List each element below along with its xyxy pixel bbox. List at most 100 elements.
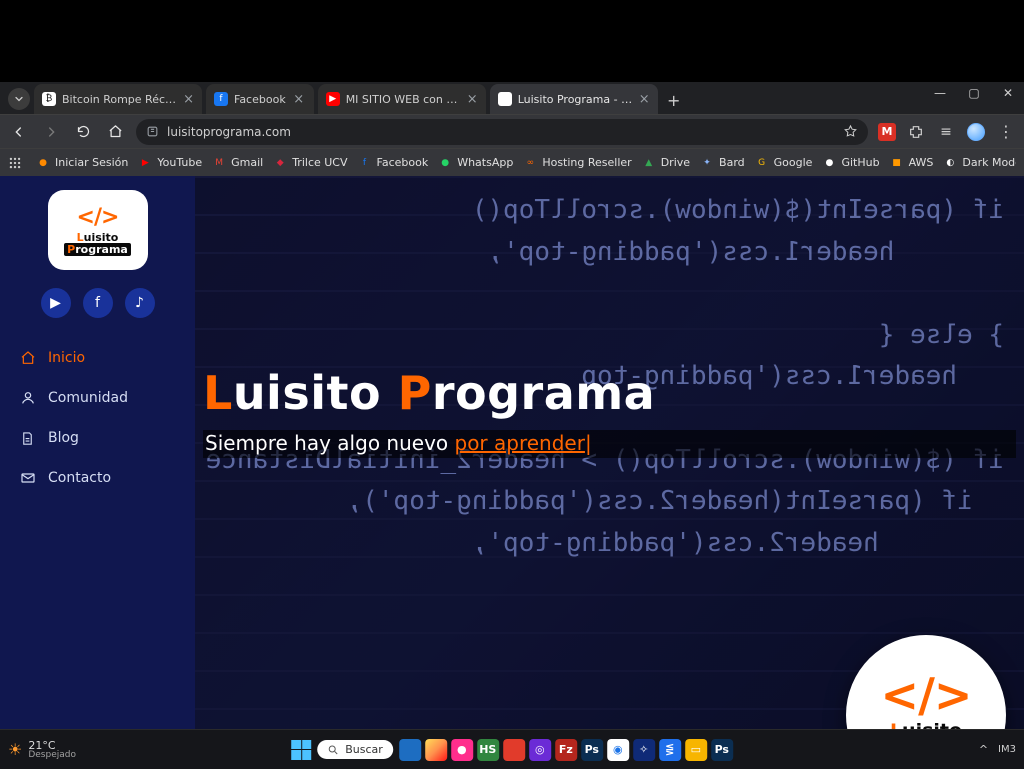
- bookmark-favicon-icon: f: [358, 156, 372, 170]
- taskbar-app-icon[interactable]: [425, 739, 447, 761]
- social-youtube-button[interactable]: ▶: [41, 288, 71, 318]
- taskbar-app-icon[interactable]: ◎: [529, 739, 551, 761]
- forward-button[interactable]: [40, 121, 62, 143]
- url-text: luisitoprograma.com: [167, 125, 835, 139]
- apps-button[interactable]: [8, 156, 26, 170]
- bookmark-item[interactable]: ▶ YouTube: [138, 156, 202, 170]
- address-bar[interactable]: luisitoprograma.com: [136, 119, 868, 145]
- browser-tab[interactable]: ₿ Bitcoin Rompe Récord: BTC Su ×: [34, 84, 202, 114]
- browser-tab[interactable]: f Facebook ×: [206, 84, 314, 114]
- browser-tab[interactable]: Luisito Programa - Siempre hay ×: [490, 84, 658, 114]
- taskbar-center: Buscar ●HS◎FzPs◉✧⋚▭Ps: [291, 739, 733, 761]
- reload-button[interactable]: [72, 121, 94, 143]
- taskbar-app-icon[interactable]: ◉: [607, 739, 629, 761]
- tab-close-button[interactable]: ×: [467, 92, 478, 106]
- window-maximize-button[interactable]: ▢: [964, 86, 984, 100]
- taskbar-weather-widget[interactable]: ☀ 21°C Despejado: [8, 740, 76, 760]
- bookmark-item[interactable]: ∞ Hosting Reseller: [523, 156, 631, 170]
- bookmark-label: Bard: [719, 156, 745, 169]
- sidebar-nav: Inicio Comunidad Blog Contacto: [10, 340, 185, 496]
- tab-close-button[interactable]: ×: [292, 92, 306, 106]
- taskbar-app-icon[interactable]: [503, 739, 525, 761]
- bookmark-item[interactable]: M Gmail: [212, 156, 263, 170]
- tab-title: MI SITIO WEB con EC2 y ROU: [346, 93, 461, 106]
- menu-button[interactable]: ⋮: [996, 122, 1016, 142]
- sidebar-item-blog[interactable]: Blog: [10, 420, 185, 456]
- sidebar-item-label: Contacto: [48, 470, 111, 486]
- bookmark-item[interactable]: ◐ Dark Mode: [943, 156, 1016, 170]
- bookmark-label: Gmail: [231, 156, 263, 169]
- tray-overflow-button[interactable]: ^: [979, 743, 988, 756]
- taskbar-app-icon[interactable]: Fz: [555, 739, 577, 761]
- bookmark-item[interactable]: G Google: [755, 156, 813, 170]
- taskbar-app-icon[interactable]: Ps: [711, 739, 733, 761]
- sidebar-item-label: Inicio: [48, 350, 85, 366]
- tiktok-icon: ♪: [135, 295, 144, 311]
- bookmark-favicon-icon: ▶: [138, 156, 152, 170]
- extensions-button[interactable]: [906, 122, 926, 142]
- bookmark-item[interactable]: ● WhatsApp: [438, 156, 513, 170]
- taskbar-search[interactable]: Buscar: [317, 740, 393, 759]
- star-icon[interactable]: [843, 124, 858, 139]
- floating-logo-text: Luisito Programa: [871, 722, 982, 729]
- tab-favicon-icon: f: [214, 92, 228, 106]
- youtube-icon: ▶: [50, 295, 61, 311]
- taskbar-app-icon[interactable]: ▭: [685, 739, 707, 761]
- bookmark-label: Hosting Reseller: [542, 156, 631, 169]
- sidebar-item-comunidad[interactable]: Comunidad: [10, 380, 185, 416]
- hero-subtitle: Siempre hay algo nuevo por aprender|: [205, 431, 592, 455]
- sidebar-item-label: Comunidad: [48, 390, 128, 406]
- sidebar-item-inicio[interactable]: Inicio: [10, 340, 185, 376]
- browser-chrome: ₿ Bitcoin Rompe Récord: BTC Su × f Faceb…: [0, 82, 1024, 176]
- new-tab-button[interactable]: +: [662, 88, 686, 112]
- bookmark-item[interactable]: ● Iniciar Sesión: [36, 156, 128, 170]
- bookmark-favicon-icon: ▲: [642, 156, 656, 170]
- bookmark-item[interactable]: ✦ Bard: [700, 156, 745, 170]
- bookmark-favicon-icon: ■: [890, 156, 904, 170]
- home-button[interactable]: [104, 121, 126, 143]
- reading-list-button[interactable]: ≡: [936, 122, 956, 142]
- taskbar-app-icon[interactable]: HS: [477, 739, 499, 761]
- bookmark-label: GitHub: [841, 156, 879, 169]
- sidebar-item-label: Blog: [48, 430, 79, 446]
- hero-subtitle-wrap: Siempre hay algo nuevo por aprender|: [203, 430, 1016, 458]
- bookmark-item[interactable]: ▲ Drive: [642, 156, 690, 170]
- taskbar-app-icon[interactable]: Ps: [581, 739, 603, 761]
- sidebar: </> Luisito Programa ▶ f ♪ Inicio Comunida…: [0, 176, 195, 729]
- extension-m-button[interactable]: M: [878, 123, 896, 141]
- bookmark-favicon-icon: ◆: [273, 156, 287, 170]
- hero-section: if (parseInt($(window).scrollTop() heade…: [195, 176, 1024, 729]
- tab-search-button[interactable]: [8, 88, 30, 110]
- bookmark-item[interactable]: ● GitHub: [822, 156, 879, 170]
- ime-indicator[interactable]: IM3: [998, 744, 1016, 755]
- social-facebook-button[interactable]: f: [83, 288, 113, 318]
- bookmark-item[interactable]: ■ AWS: [890, 156, 934, 170]
- taskbar-app-icon[interactable]: ✧: [633, 739, 655, 761]
- back-button[interactable]: [8, 121, 30, 143]
- social-tiktok-button[interactable]: ♪: [125, 288, 155, 318]
- browser-tab[interactable]: ▶ MI SITIO WEB con EC2 y ROU ×: [318, 84, 486, 114]
- window-minimize-button[interactable]: —: [930, 86, 950, 100]
- tab-favicon-icon: ▶: [326, 92, 340, 106]
- tab-close-button[interactable]: ×: [639, 92, 650, 106]
- bookmark-item[interactable]: ◆ Trilce UCV: [273, 156, 347, 170]
- page-viewport: </> Luisito Programa ▶ f ♪ Inicio Comunida…: [0, 176, 1024, 729]
- window-close-button[interactable]: ✕: [998, 86, 1018, 100]
- bookmark-favicon-icon: ●: [438, 156, 452, 170]
- hero-text: Luisito Programa Siempre hay algo nuevo …: [203, 366, 1016, 458]
- bookmark-label: Google: [774, 156, 813, 169]
- bookmark-label: Trilce UCV: [292, 156, 347, 169]
- start-button[interactable]: [291, 740, 311, 760]
- profile-button[interactable]: [966, 122, 986, 142]
- taskbar-app-icon[interactable]: ●: [451, 739, 473, 761]
- home-icon: [20, 350, 38, 366]
- weather-temp: 21°C: [28, 740, 76, 751]
- sidebar-item-contacto[interactable]: Contacto: [10, 460, 185, 496]
- taskbar-app-icon[interactable]: ⋚: [659, 739, 681, 761]
- taskbar-app-icon[interactable]: [399, 739, 421, 761]
- tab-close-button[interactable]: ×: [183, 92, 194, 106]
- site-logo[interactable]: </> Luisito Programa: [48, 190, 148, 270]
- social-links-row: ▶ f ♪: [10, 288, 185, 318]
- bookmark-item[interactable]: f Facebook: [358, 156, 429, 170]
- bookmark-favicon-icon: ∞: [523, 156, 537, 170]
